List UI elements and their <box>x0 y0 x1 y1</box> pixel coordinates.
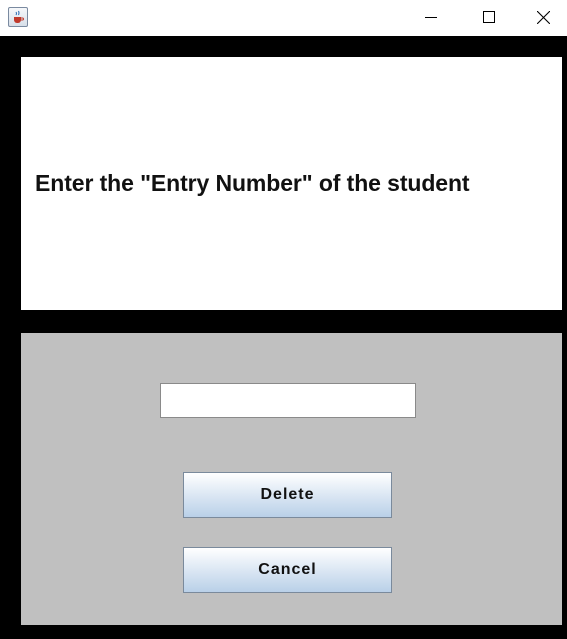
title-bar[interactable] <box>0 0 567 36</box>
maximize-icon <box>483 11 495 23</box>
entry-number-input[interactable] <box>160 383 416 418</box>
prompt-panel: Enter the "Entry Number" of the student <box>21 57 562 310</box>
prompt-label: Enter the "Entry Number" of the student <box>35 170 470 196</box>
close-icon <box>536 10 550 24</box>
minimize-button[interactable] <box>403 0 459 34</box>
minimize-icon <box>425 17 437 18</box>
delete-button[interactable]: Delete <box>183 472 392 518</box>
java-cup-icon <box>8 7 28 27</box>
close-button[interactable] <box>519 0 567 34</box>
maximize-button[interactable] <box>461 0 517 34</box>
cancel-button[interactable]: Cancel <box>183 547 392 593</box>
entry-panel: Delete Cancel <box>21 333 562 625</box>
